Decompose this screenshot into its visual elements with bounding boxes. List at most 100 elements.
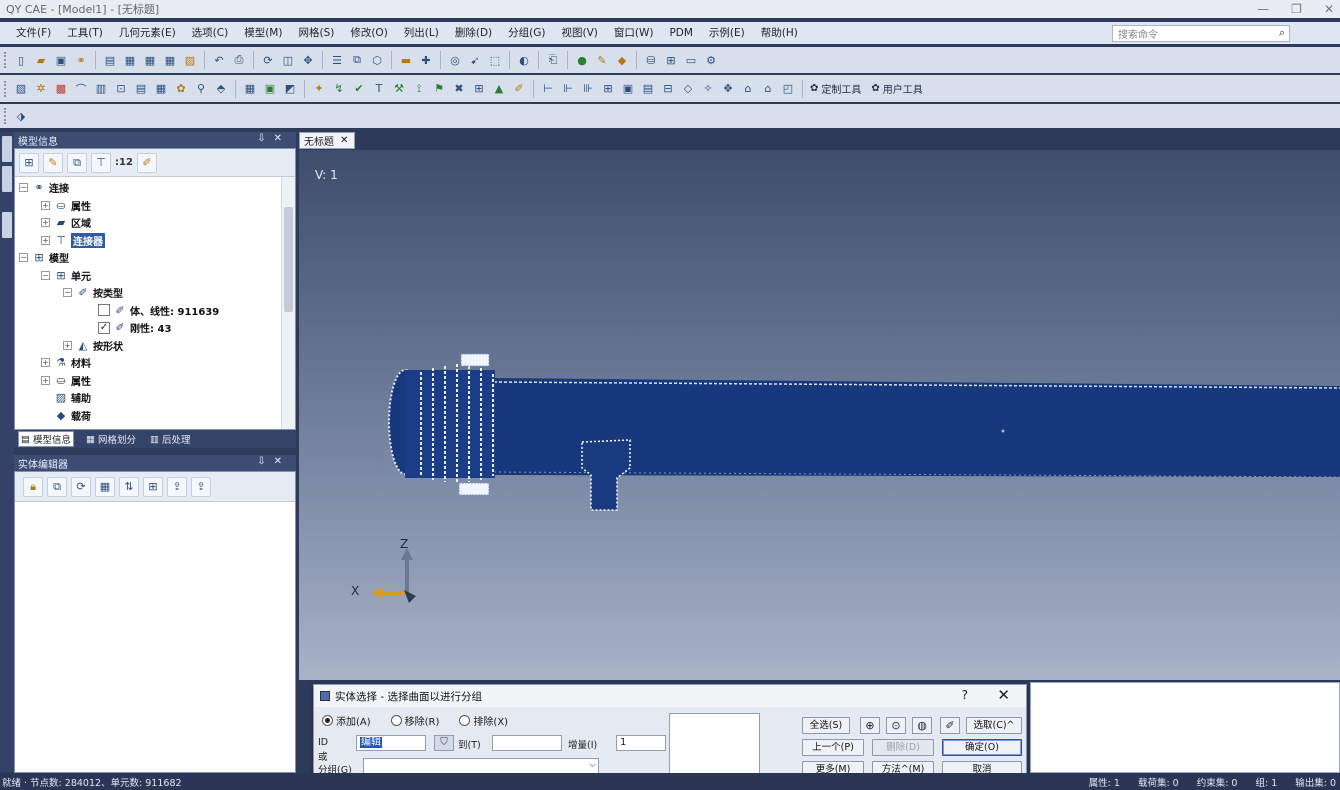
menu-pdm[interactable]: PDM bbox=[661, 22, 700, 44]
increment-input[interactable]: 1 bbox=[616, 735, 666, 751]
node-icon[interactable]: ⊡ bbox=[112, 80, 130, 98]
toolbar-grip[interactable] bbox=[4, 80, 8, 97]
pick-button[interactable]: 选取(C)^ bbox=[966, 717, 1022, 734]
cube-icon[interactable]: ⬡ bbox=[368, 51, 386, 69]
remove-button[interactable]: 删除(D) bbox=[872, 739, 934, 756]
surface-icon[interactable]: ▥ bbox=[92, 80, 110, 98]
menu-help[interactable]: 帮助(H) bbox=[753, 22, 806, 44]
tree-item[interactable]: − ⊞ 单元 bbox=[19, 267, 295, 285]
table-edit-icon[interactable]: ▦ bbox=[141, 51, 159, 69]
refresh-icon[interactable]: ⟳ bbox=[71, 476, 91, 497]
panel-pin-close[interactable]: ⇩✕ bbox=[257, 133, 290, 144]
tree-item[interactable]: ▨ 辅助 bbox=[19, 389, 295, 407]
category-icon[interactable]: ▦ bbox=[95, 476, 115, 497]
delete-model-icon[interactable]: ▤ bbox=[101, 51, 119, 69]
tree-expander-icon[interactable]: + bbox=[41, 235, 50, 245]
toolbar-grip[interactable] bbox=[4, 108, 8, 124]
sphere-icon[interactable]: ● bbox=[573, 51, 591, 69]
constraint-icon[interactable]: ⚑ bbox=[430, 80, 448, 98]
mesh-icon[interactable]: ▦ bbox=[241, 80, 259, 98]
graphics-viewport[interactable]: V: 1 Z X bbox=[299, 150, 1340, 680]
close-button[interactable]: ✕ bbox=[1324, 2, 1334, 16]
tree-item[interactable]: + ⛀ 属性 bbox=[19, 197, 295, 215]
new-file-icon[interactable]: ▯ bbox=[12, 51, 30, 69]
globe-icon[interactable]: ⊕ bbox=[860, 717, 880, 734]
axis-icon[interactable]: ✚ bbox=[417, 51, 435, 69]
tree-expander-icon[interactable]: − bbox=[63, 288, 72, 298]
refresh-icon[interactable]: ⟳ bbox=[259, 51, 277, 69]
brush-icon[interactable]: ✐ bbox=[940, 717, 960, 734]
assign-icon[interactable]: ✐ bbox=[510, 80, 528, 98]
command-search-input[interactable]: 搜索命令 ⌕ bbox=[1112, 25, 1290, 42]
check-icon[interactable]: ✔ bbox=[350, 80, 368, 98]
view-icon[interactable]: ◫ bbox=[279, 51, 297, 69]
chevron-down-icon[interactable]: ⌵ bbox=[589, 760, 596, 770]
pan-icon[interactable]: ✥ bbox=[299, 51, 317, 69]
document-tab[interactable]: 无标题 ✕ bbox=[299, 132, 355, 149]
pencil-icon[interactable]: ✎ bbox=[593, 51, 611, 69]
tree-item[interactable]: + ▰ 区域 bbox=[19, 214, 295, 232]
radio-exclude-circle[interactable] bbox=[459, 715, 471, 726]
menu-view[interactable]: 视图(V) bbox=[553, 22, 605, 44]
custom-tools-button[interactable]: ✿ 定制工具 bbox=[810, 81, 861, 96]
tree-expander-icon[interactable]: + bbox=[41, 200, 50, 210]
tree-expander-icon[interactable]: − bbox=[19, 183, 28, 193]
eraser-icon[interactable]: ◆ bbox=[613, 51, 631, 69]
text-t-icon[interactable]: T bbox=[370, 80, 388, 98]
geometry-icon[interactable]: ▧ bbox=[12, 80, 30, 98]
print-icon[interactable]: ⎙ bbox=[230, 51, 248, 69]
mesh-table-icon[interactable]: ▦ bbox=[152, 80, 170, 98]
tree-expander-icon[interactable]: − bbox=[41, 270, 50, 280]
plate-icon[interactable]: ▣ bbox=[619, 80, 637, 98]
settings-icon[interactable]: ⚙ bbox=[702, 51, 720, 69]
tab-model-info[interactable]: ▤ 模型信息 bbox=[18, 431, 74, 447]
help-button[interactable]: ? bbox=[962, 688, 968, 702]
select-icon[interactable]: ➹ bbox=[466, 51, 484, 69]
curve-icon[interactable]: ⌒ bbox=[72, 80, 90, 98]
tab-postprocessing[interactable]: ▥ 后处理 bbox=[148, 431, 193, 447]
to-input[interactable] bbox=[492, 735, 562, 751]
radio-add-circle[interactable] bbox=[322, 715, 333, 726]
tree-checkbox[interactable]: ✓ bbox=[98, 321, 110, 334]
ruler-icon[interactable]: ▬ bbox=[397, 51, 415, 69]
tree-expand-icon[interactable]: ⊞ bbox=[19, 152, 39, 173]
menu-list[interactable]: 列出(L) bbox=[396, 22, 447, 44]
tree-item[interactable]: − ⚭ 连接 bbox=[19, 179, 295, 197]
contact-icon[interactable]: ⌂ bbox=[759, 80, 777, 98]
tree-pin-icon[interactable]: ⊤ bbox=[91, 152, 111, 173]
tree-expander-icon[interactable]: + bbox=[41, 375, 50, 385]
reset-view-icon[interactable]: ◐ bbox=[515, 51, 533, 69]
tree-expander-icon[interactable]: − bbox=[19, 253, 28, 263]
spring-icon[interactable]: ✧ bbox=[699, 80, 717, 98]
side-tab-2[interactable] bbox=[2, 166, 12, 192]
lock-icon[interactable]: 🔒︎ bbox=[23, 476, 43, 497]
beam-icon[interactable]: ⊢ bbox=[539, 80, 557, 98]
highlight-icon[interactable]: ◍ bbox=[912, 717, 932, 734]
element-icon[interactable]: ▤ bbox=[132, 80, 150, 98]
tree-expander-icon[interactable]: + bbox=[41, 218, 50, 228]
brick-icon[interactable]: ⊟ bbox=[659, 80, 677, 98]
tree-checkbox[interactable] bbox=[98, 304, 110, 317]
tree-paint-icon[interactable]: ✎ bbox=[43, 152, 63, 173]
tools-icon[interactable]: ⚒ bbox=[390, 80, 408, 98]
menu-file[interactable]: 文件(F) bbox=[8, 22, 59, 44]
menu-group[interactable]: 分组(G) bbox=[500, 22, 553, 44]
search-icon[interactable]: ⌕ bbox=[1279, 26, 1285, 40]
tet-icon[interactable]: ◇ bbox=[679, 80, 697, 98]
tree-item[interactable]: + ⊤ 连接器 bbox=[19, 232, 295, 250]
close-tab-icon[interactable]: ✕ bbox=[340, 135, 348, 146]
export-icon[interactable]: ⎗ bbox=[544, 51, 562, 69]
minimize-button[interactable]: — bbox=[1257, 2, 1269, 16]
tree-expander-icon[interactable]: + bbox=[41, 358, 50, 368]
mass-icon[interactable]: ⌂ bbox=[739, 80, 757, 98]
mesh-solid-icon[interactable]: ▣ bbox=[261, 80, 279, 98]
rotate-icon[interactable]: ◎ bbox=[446, 51, 464, 69]
select-all-button[interactable]: 全选(S) bbox=[802, 717, 850, 734]
table-icon[interactable]: ▦ bbox=[121, 51, 139, 69]
list-icon[interactable]: ☰ bbox=[328, 51, 346, 69]
paint-icon[interactable]: ▨ bbox=[181, 51, 199, 69]
menu-tools[interactable]: 工具(T) bbox=[59, 22, 111, 44]
cross-icon[interactable]: ✖ bbox=[450, 80, 468, 98]
tree-item[interactable]: + ◭ 按形状 bbox=[19, 337, 295, 355]
tree-item[interactable]: ✓ ✐ 刚性: 43 bbox=[19, 319, 295, 337]
